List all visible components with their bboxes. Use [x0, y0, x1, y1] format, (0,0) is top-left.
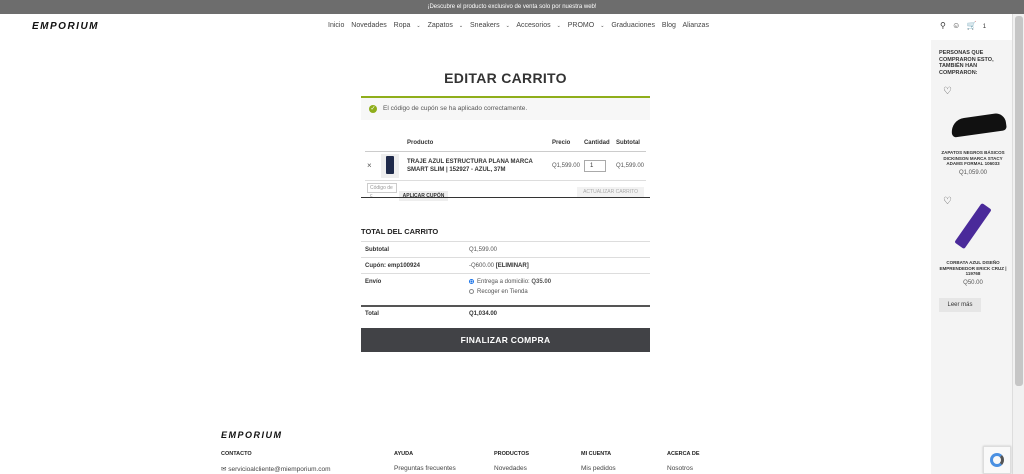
- cart-icon[interactable]: 🛒: [967, 21, 977, 30]
- divider: [361, 197, 650, 198]
- cart-totals-title: TOTAL DEL CARRITO: [361, 227, 439, 236]
- remove-coupon-link[interactable]: [ELIMINAR]: [496, 263, 529, 269]
- product-thumbnail[interactable]: [381, 153, 399, 178]
- nav-inicio[interactable]: Inicio: [328, 22, 344, 29]
- total-label: Total: [361, 304, 465, 322]
- recaptcha-badge[interactable]: [983, 446, 1011, 474]
- chevron-down-icon: ⌄: [600, 23, 605, 29]
- coupon-row: Código de c APLICAR CUPÓN ACTUALIZAR CAR…: [365, 180, 646, 203]
- coupon-value: -Q600.00: [469, 262, 495, 269]
- mail-icon: ✉: [221, 466, 227, 473]
- product-image[interactable]: [939, 196, 1007, 258]
- footer-logo[interactable]: EMPORIUM: [221, 430, 283, 440]
- user-icon[interactable]: ☺: [952, 21, 960, 30]
- total-row: Total Q1,034.00: [361, 304, 650, 322]
- coupon-label: Cupón: emp100924: [361, 257, 465, 274]
- nav-zapatos[interactable]: Zapatos: [428, 22, 453, 29]
- shipping-option-pickup[interactable]: Recoger en Tienda: [469, 289, 646, 295]
- related-product-card[interactable]: ♡ CORBATA AZUL DISEÑO EMPRENDEDOR ERICK …: [939, 196, 1007, 296]
- nav-novedades[interactable]: Novedades: [351, 22, 386, 29]
- page-title: EDITAR CARRITO: [444, 70, 567, 86]
- footer-heading-ayuda: AYUDA: [394, 451, 414, 457]
- announcement-bar: ¡Descubre el producto exclusivo de venta…: [0, 0, 1024, 14]
- total-value: Q1,034.00: [465, 304, 650, 322]
- shipping-option-label: Entrega a domicilio:: [477, 279, 530, 286]
- footer-heading-productos: PRODUCTOS: [494, 451, 530, 457]
- footer-link-nosotros[interactable]: Nosotros: [667, 465, 693, 472]
- product-price: Q1,059.00: [958, 169, 988, 176]
- footer-heading-contacto: CONTACTO: [221, 451, 252, 457]
- nav-sneakers[interactable]: Sneakers: [470, 22, 500, 29]
- shipping-label: Envío: [361, 273, 465, 306]
- search-icon[interactable]: ⚲: [940, 21, 946, 30]
- cart-header-row: Producto Precio Cantidad Subtotal: [365, 135, 646, 152]
- nav-ropa[interactable]: Ropa: [394, 22, 411, 29]
- footer-link-mis-pedidos[interactable]: Mis pedidos: [581, 465, 616, 472]
- update-cart-button[interactable]: ACTUALIZAR CARRITO: [577, 186, 644, 197]
- coupon-discount-row: Cupón: emp100924 -Q600.00 [ELIMINAR]: [361, 257, 650, 274]
- footer-heading-mi-cuenta: MI CUENTA: [581, 451, 612, 457]
- checkout-button[interactable]: FINALIZAR COMPRA: [361, 328, 650, 352]
- nav-graduaciones[interactable]: Graduaciones: [611, 22, 655, 29]
- col-price: Precio: [549, 135, 582, 152]
- notice-message: El código de cupón se ha aplicado correc…: [383, 105, 528, 112]
- scrollbar-thumb[interactable]: [1015, 16, 1023, 386]
- site-logo[interactable]: EMPORIUM: [32, 21, 99, 32]
- product-name[interactable]: CORBATA AZUL DISEÑO EMPRENDEDOR ERICK CR…: [939, 260, 1007, 277]
- footer-link-email[interactable]: ✉ servicioalcliente@miemporium.com: [221, 465, 331, 473]
- remove-item-icon[interactable]: ×: [365, 151, 379, 181]
- nav-alianzas[interactable]: Alianzas: [682, 22, 708, 29]
- related-products-sidebar: PERSONAS QUE COMPRARON ESTO, TAMBIÉN HAN…: [931, 40, 1012, 474]
- product-name[interactable]: ZAPATOS NEGROS BÁSICOS DICKINSON MARCA S…: [939, 150, 1007, 167]
- product-image[interactable]: [939, 86, 1007, 148]
- coupon-input[interactable]: Código de c: [367, 182, 397, 199]
- chevron-down-icon: ⌄: [416, 23, 421, 29]
- cart-count: 1: [982, 24, 987, 30]
- quantity-input[interactable]: 1: [583, 159, 606, 172]
- chevron-down-icon: ⌄: [458, 23, 464, 29]
- success-notice: ✓ El código de cupón se ha aplicado corr…: [361, 96, 650, 120]
- subtotal-value: Q1,599.00: [465, 241, 650, 258]
- product-price: Q50.00: [963, 279, 983, 286]
- site-header: EMPORIUM Inicio Novedades Ropa ⌄ Zapatos ⌄…: [0, 14, 1012, 40]
- cart-item-row: × TRAJE AZUL ESTRUCTURA PLANA MARCA SMAR…: [365, 151, 646, 181]
- main-nav: Inicio Novedades Ropa ⌄ Zapatos ⌄ Sneakers…: [328, 22, 714, 29]
- recaptcha-icon: [990, 453, 1004, 467]
- header-icons: ⚲ ☺ 🛒 1: [940, 21, 990, 30]
- sidebar-title: PERSONAS QUE COMPRARON ESTO, TAMBIÉN HAN…: [939, 50, 994, 76]
- radio-selected[interactable]: [469, 279, 474, 284]
- shipping-option-delivery[interactable]: Entrega a domicilio: Q35.00: [469, 279, 646, 285]
- product-price: Q1,599.00: [549, 151, 582, 181]
- related-product-card[interactable]: ♡ ZAPATOS NEGROS BÁSICOS DICKINSON MARCA…: [939, 86, 1007, 186]
- shipping-row: Envío Entrega a domicilio: Q35.00 Recoge…: [361, 273, 650, 306]
- col-quantity: Cantidad: [581, 135, 614, 152]
- scrollbar[interactable]: [1012, 14, 1024, 474]
- footer-heading-acerca-de: ACERCA DE: [667, 451, 700, 457]
- subtotal-label: Subtotal: [361, 241, 465, 258]
- nav-promo[interactable]: PROMO: [568, 22, 594, 29]
- product-name[interactable]: TRAJE AZUL ESTRUCTURA PLANA MARCA SMART …: [405, 151, 550, 181]
- product-subtotal: Q1,599.00: [613, 151, 646, 181]
- check-icon: ✓: [369, 105, 377, 113]
- shipping-option-label: Recoger en Tienda: [477, 289, 528, 296]
- footer-link-novedades[interactable]: Novedades: [494, 465, 527, 472]
- chevron-down-icon: ⌄: [505, 23, 510, 29]
- cart-totals-table: Subtotal Q1,599.00 Cupón: emp100924 -Q60…: [361, 241, 650, 322]
- read-more-button[interactable]: Leer más: [939, 298, 981, 312]
- nav-blog[interactable]: Blog: [662, 22, 676, 29]
- email-text: servicioalcliente@miemporium.com: [228, 466, 331, 473]
- subtotal-row: Subtotal Q1,599.00: [361, 241, 650, 258]
- footer-link-faq[interactable]: Preguntas frecuentes: [394, 465, 456, 472]
- col-subtotal: Subtotal: [613, 135, 646, 152]
- shipping-price: Q35.00: [531, 279, 552, 286]
- apply-coupon-button[interactable]: APLICAR CUPÓN: [398, 190, 449, 201]
- col-product: Producto: [405, 135, 550, 152]
- chevron-down-icon: ⌄: [556, 23, 561, 29]
- radio-unselected[interactable]: [469, 289, 474, 295]
- cart-table: Producto Precio Cantidad Subtotal × TRAJ…: [365, 135, 646, 203]
- nav-accesorios[interactable]: Accesorios: [516, 22, 550, 29]
